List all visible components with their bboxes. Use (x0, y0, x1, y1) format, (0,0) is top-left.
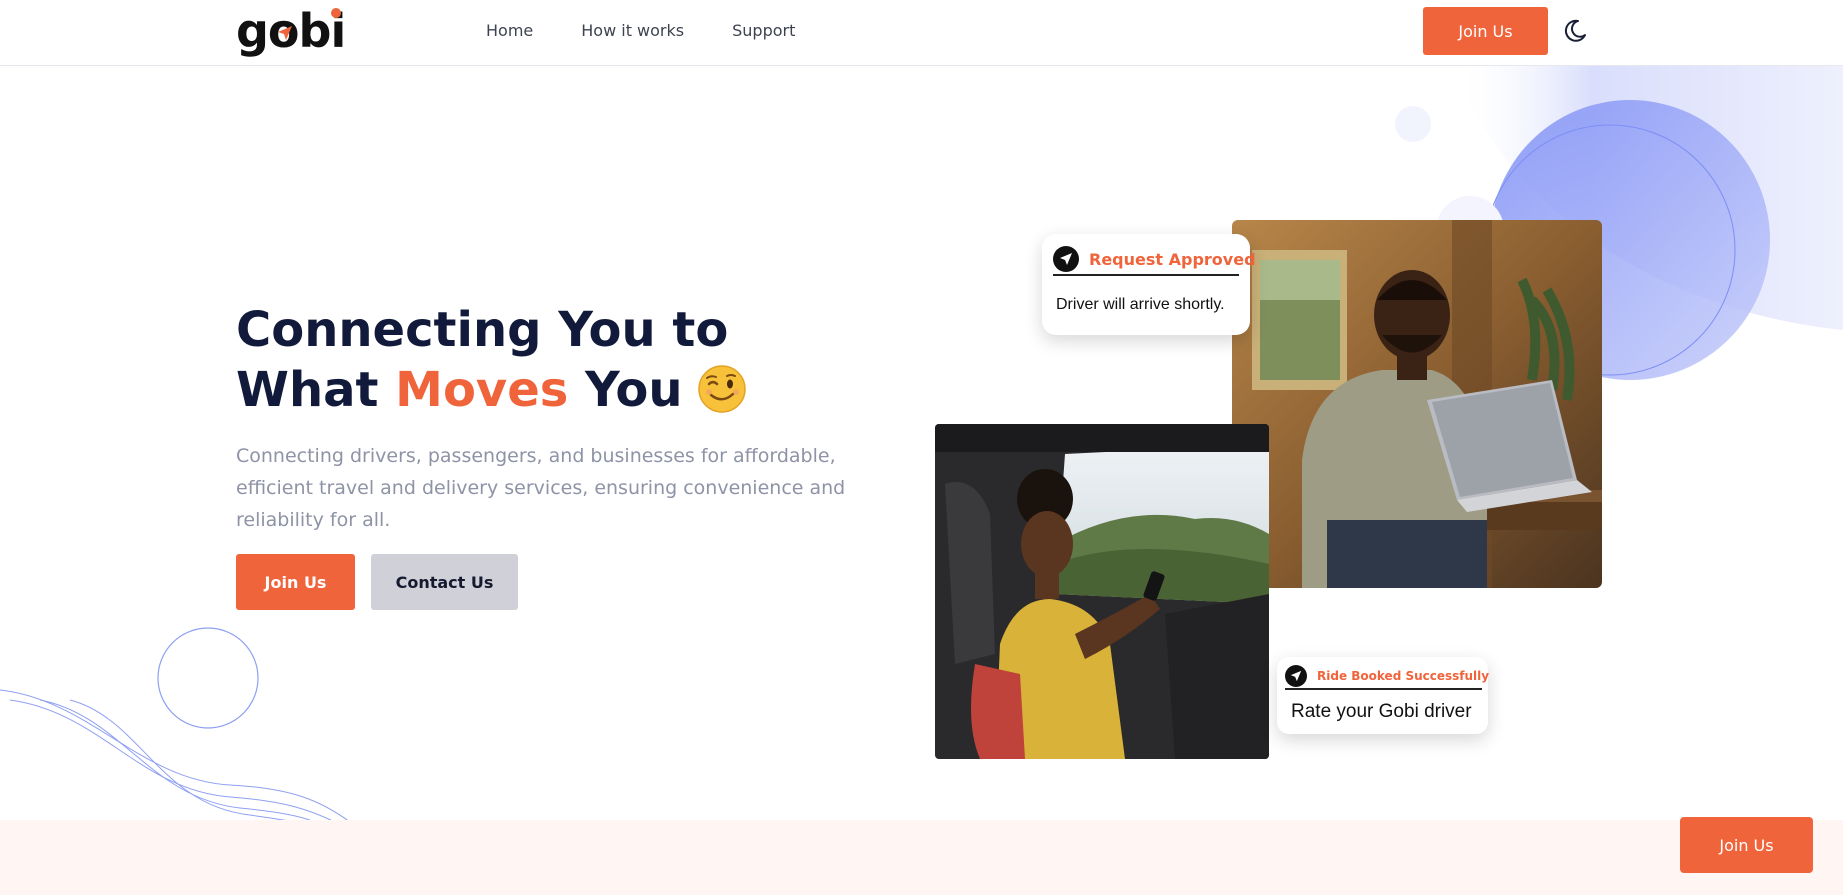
nav-home[interactable]: Home (486, 20, 533, 42)
nav-how-it-works[interactable]: How it works (581, 20, 684, 42)
hero-subtitle: Connecting drivers, passengers, and busi… (236, 445, 846, 531)
theme-toggle-button[interactable] (1560, 16, 1590, 46)
hero-title-line1: Connecting You to (236, 302, 729, 358)
request-approved-card: Request Approved Driver will arrive shor… (1042, 234, 1256, 335)
ride-booked-card: Ride Booked Successfully Rate your Gobi … (1277, 657, 1489, 734)
nav-support[interactable]: Support (732, 20, 795, 42)
top-navbar: gobi Home How it works Support Join Us (0, 0, 1843, 66)
ride-booked-header: Ride Booked Successfully (1285, 663, 1489, 690)
logo-dot (331, 8, 341, 18)
winking-face-icon (697, 365, 746, 413)
logo-arrow-icon (278, 26, 292, 40)
header-join-button[interactable]: Join Us (1423, 7, 1548, 55)
request-approved-header: Request Approved (1053, 244, 1256, 276)
request-approved-message: Driver will arrive shortly. (1056, 296, 1225, 313)
hero-contact-button[interactable]: Contact Us (371, 554, 518, 610)
floating-join-button[interactable]: Join Us (1680, 817, 1813, 873)
ride-booked-message: Rate your Gobi driver (1291, 701, 1472, 722)
photo-man-laptop (1232, 220, 1602, 588)
hero-title: Connecting You to What Moves You (236, 300, 747, 420)
next-section-strip (0, 820, 1843, 895)
hero-title-accent: Moves (395, 362, 569, 418)
main-nav: Home How it works Support (486, 20, 843, 42)
moon-icon (1564, 19, 1586, 42)
hero-title-line2-post: You (568, 362, 683, 418)
navigation-arrow-icon (1285, 664, 1307, 687)
navigation-arrow-icon (1053, 246, 1079, 272)
gobi-logo[interactable]: gobi (236, 2, 346, 60)
request-approved-title: Request Approved (1089, 249, 1256, 269)
photo-woman-car (935, 424, 1269, 759)
ride-booked-title: Ride Booked Successfully (1317, 668, 1490, 683)
hero-join-button[interactable]: Join Us (236, 554, 355, 610)
hero-title-line2-pre: What (236, 362, 396, 418)
